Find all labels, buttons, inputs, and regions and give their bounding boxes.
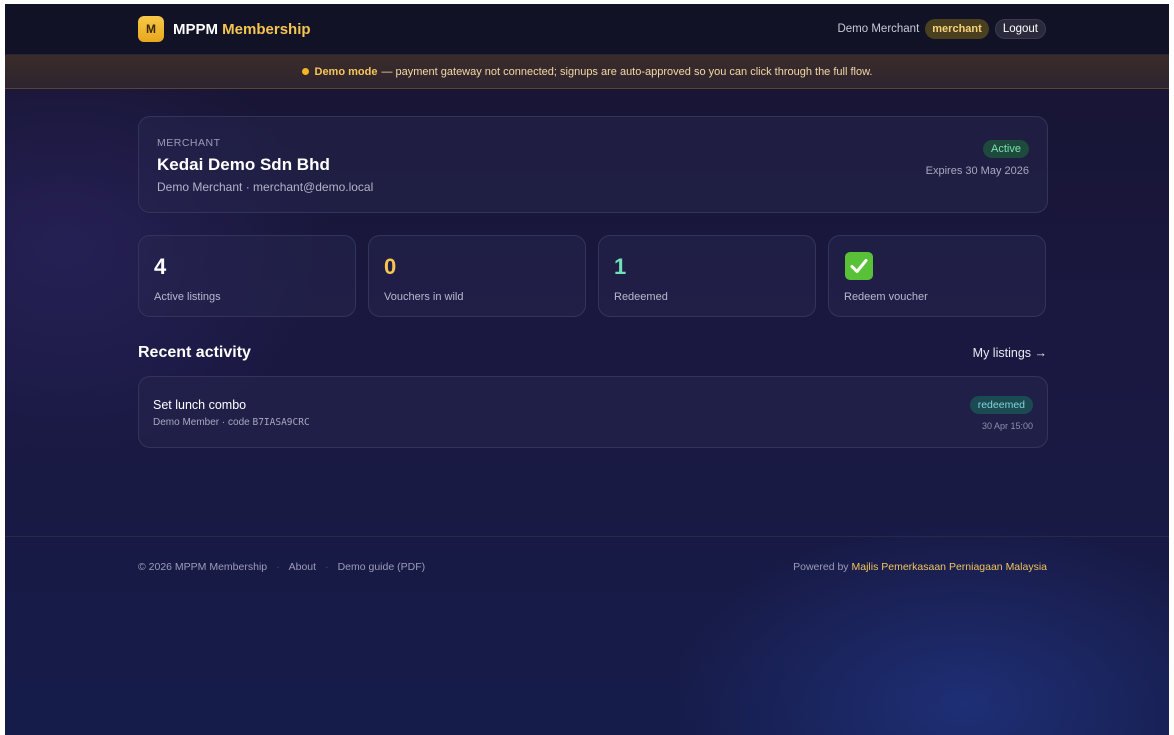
footer-divider bbox=[5, 536, 1169, 537]
activity-item-member: Demo Member · code bbox=[153, 417, 250, 428]
footer-powered-by: Powered by Majlis Pemerkasaan Perniagaan… bbox=[793, 561, 1047, 573]
role-badge: merchant bbox=[925, 19, 989, 39]
warning-dot-icon bbox=[301, 68, 309, 75]
footer-separator: · bbox=[276, 561, 280, 573]
stat-label: Active listings bbox=[154, 291, 221, 303]
stat-label: Redeemed bbox=[614, 291, 668, 303]
powered-by-label: Powered by bbox=[793, 561, 849, 573]
activity-item-title: Set lunch combo bbox=[153, 398, 247, 412]
voucher-code: B7IASA9CRC bbox=[252, 417, 310, 428]
demo-mode-label: Demo mode bbox=[314, 65, 378, 78]
footer-separator: · bbox=[325, 561, 329, 573]
brand-name-primary: MPPM bbox=[173, 20, 218, 38]
brand-logo-icon: M bbox=[138, 16, 164, 42]
check-mark-icon bbox=[845, 252, 873, 280]
demo-mode-text: — payment gateway not connected; signups… bbox=[381, 65, 873, 78]
membership-expiry: Expires 30 May 2026 bbox=[925, 165, 1029, 177]
stat-card-vouchers-in-wild[interactable]: 0 Vouchers in wild bbox=[368, 235, 586, 317]
brand-name: MPPM Membership bbox=[173, 21, 311, 38]
footer-links: © 2026 MPPM Membership · About · Demo gu… bbox=[138, 561, 425, 573]
my-listings-link[interactable]: My listings → bbox=[973, 346, 1047, 360]
stat-card-redeemed[interactable]: 1 Redeemed bbox=[598, 235, 816, 317]
activity-item-meta: Demo Member · code B7IASA9CRC bbox=[153, 417, 310, 428]
status-badge: Active bbox=[983, 140, 1029, 158]
merchant-name: Kedai Demo Sdn Bhd bbox=[157, 155, 330, 174]
brand-name-accent: Membership bbox=[222, 20, 311, 38]
stat-value: 4 bbox=[154, 254, 167, 279]
stat-value: 1 bbox=[614, 254, 627, 279]
demo-mode-banner: Demo mode — payment gateway not connecte… bbox=[5, 55, 1169, 89]
logout-button[interactable]: Logout bbox=[994, 19, 1046, 39]
footer-demo-guide-link[interactable]: Demo guide (PDF) bbox=[338, 561, 426, 573]
stat-value: 0 bbox=[384, 254, 397, 279]
stat-label: Vouchers in wild bbox=[384, 291, 464, 303]
recent-activity-heading: Recent activity bbox=[138, 344, 251, 361]
activity-timestamp: 30 Apr 15:00 bbox=[981, 421, 1033, 431]
redeem-voucher-button[interactable]: Redeem voucher bbox=[828, 235, 1046, 317]
activity-status-badge: redeemed bbox=[969, 396, 1033, 414]
stat-card-active-listings[interactable]: 4 Active listings bbox=[138, 235, 356, 317]
merchant-eyebrow: MERCHANT bbox=[157, 137, 221, 149]
merchant-contact: Demo Merchant · merchant@demo.local bbox=[157, 180, 374, 194]
footer-org-link[interactable]: Majlis Pemerkasaan Perniagaan Malaysia bbox=[851, 561, 1047, 573]
merchant-card: MERCHANT Kedai Demo Sdn Bhd Demo Merchan… bbox=[138, 116, 1048, 213]
user-name: Demo Merchant bbox=[837, 23, 920, 35]
footer-copyright: © 2026 MPPM Membership bbox=[138, 561, 268, 573]
footer-about-link[interactable]: About bbox=[289, 561, 316, 573]
activity-item[interactable]: Set lunch combo Demo Member · code B7IAS… bbox=[138, 376, 1048, 448]
top-navbar: M MPPM Membership Demo Merchant merchant… bbox=[5, 4, 1169, 55]
brand[interactable]: M MPPM Membership bbox=[138, 16, 311, 42]
app-viewport: M MPPM Membership Demo Merchant merchant… bbox=[5, 4, 1169, 735]
stat-label: Redeem voucher bbox=[844, 291, 928, 303]
user-menu: Demo Merchant merchant Logout bbox=[837, 19, 1046, 39]
